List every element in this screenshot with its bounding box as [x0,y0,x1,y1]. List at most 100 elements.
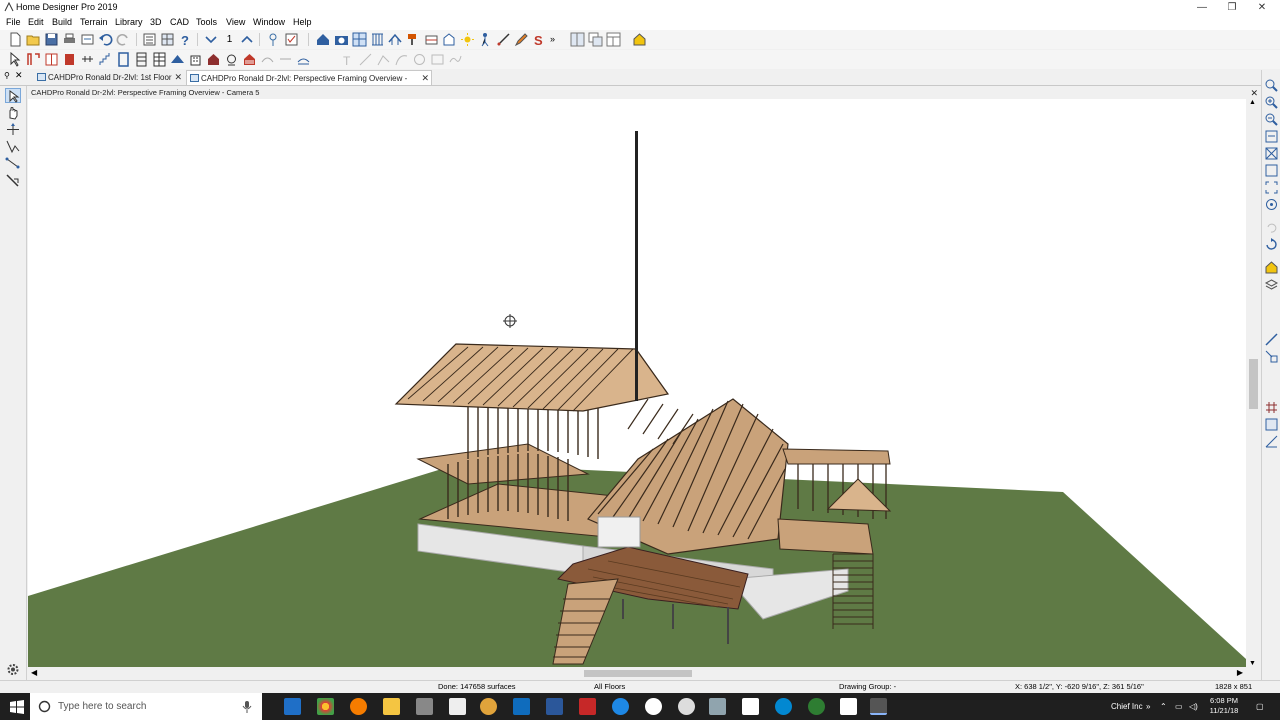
quicken-icon[interactable] [579,698,596,715]
cabinet-icon[interactable] [44,52,59,67]
tab-close-icon[interactable]: ✕ [421,71,429,86]
roof-framing-icon[interactable] [388,32,403,47]
dimension-icon[interactable] [278,52,293,67]
cascade-windows-icon[interactable] [588,32,603,47]
tab-1st-floor[interactable]: CAHDPro Ronald Dr-2lvl: 1st Floor ✕ [34,70,184,85]
material-painter-icon[interactable] [406,32,421,47]
sun-app-icon[interactable] [645,698,662,715]
print-preview-icon[interactable] [80,32,95,47]
system-clock[interactable]: 6:08 PM 11/21/18 [1205,696,1243,716]
minimize-button[interactable]: — [1187,1,1217,14]
close-panel-icon[interactable]: ✕ [15,70,23,81]
show-hidden-icons[interactable]: ⌃ [1160,693,1167,720]
maximize-button[interactable]: ❐ [1217,1,1247,14]
roof-icon[interactable] [170,52,185,67]
stair-icon[interactable] [1264,332,1279,347]
camera-tool-icon[interactable] [5,173,21,188]
wall-framing-icon[interactable] [370,32,385,47]
expand-icon[interactable] [1264,180,1279,195]
menu-view[interactable]: View [226,17,245,27]
wall-tools-icon[interactable] [26,52,41,67]
browser-icon[interactable] [775,698,792,715]
volume-icon[interactable]: ◁) [1189,693,1198,720]
calculator-icon[interactable] [742,698,759,715]
elevation-icon[interactable] [442,32,457,47]
close-window-button[interactable]: ✕ [1247,1,1277,14]
terrain-tool-icon[interactable] [296,52,311,67]
paint-icon[interactable] [449,698,466,715]
fit-view-icon[interactable] [1264,163,1279,178]
refresh-icon[interactable] [1264,237,1279,252]
reshape-icon[interactable] [5,139,21,154]
network-app-icon[interactable] [709,698,726,715]
open-icon[interactable] [26,32,41,47]
vertical-scrollbar[interactable]: ▲ ▼ [1246,99,1261,667]
measure-icon[interactable] [496,32,511,47]
line-tool-icon[interactable] [358,52,373,67]
plan-footprint-icon[interactable] [160,32,175,47]
pan-icon[interactable] [5,105,21,120]
utility-icon[interactable] [808,698,825,715]
app-icon[interactable] [416,698,433,715]
select-icon[interactable] [8,52,23,67]
walkthrough-icon[interactable] [478,32,493,47]
firefox-icon[interactable] [350,698,367,715]
tab-camera-5[interactable]: CAHDPro Ronald Dr-2lvl: Perspective Fram… [186,70,432,98]
menu-edit[interactable]: Edit [28,17,44,27]
edge-browser-icon[interactable] [284,698,301,715]
full-camera-icon[interactable] [316,32,331,47]
notifications-icon[interactable]: ▢ [1256,693,1264,720]
zoom-out-icon[interactable] [1264,112,1279,127]
save-icon[interactable] [44,32,59,47]
new-plan-icon[interactable] [8,32,23,47]
polyline-icon[interactable] [376,52,391,67]
file-explorer-icon[interactable] [383,698,400,715]
pin-icon[interactable] [266,32,281,47]
layer-icon[interactable] [1264,277,1279,292]
down-one-floor-icon[interactable] [204,32,219,47]
up-one-floor-icon[interactable] [240,32,255,47]
settings-app-icon[interactable] [678,698,695,715]
room-icon[interactable] [116,52,131,67]
tray-label[interactable]: Chief Inc [1111,693,1143,720]
menu-cad[interactable]: CAD [170,17,189,27]
text-tool-icon[interactable]: T [340,52,355,67]
menu-build[interactable]: Build [52,17,72,27]
scroll-down-icon[interactable]: ▼ [1249,660,1256,667]
sun-angle-icon[interactable] [460,32,475,47]
edit-handle-icon[interactable] [5,122,21,137]
horizontal-scroll-thumb[interactable] [584,670,692,677]
transform-icon[interactable] [5,156,21,171]
cross-section-icon[interactable] [424,32,439,47]
orbit-icon[interactable] [1264,197,1279,212]
vertical-scroll-thumb[interactable] [1249,359,1258,409]
material-icon[interactable] [1264,260,1279,275]
library-browser-icon[interactable] [142,32,157,47]
house-exterior-icon[interactable] [206,52,221,67]
horizontal-scrollbar[interactable]: ◀ ▶ [28,667,1246,680]
zoom-in-icon[interactable] [1264,95,1279,110]
window-tool-icon[interactable] [80,52,95,67]
windows-start-icon[interactable] [10,700,24,714]
curve-tool-icon[interactable] [394,52,409,67]
microphone-icon[interactable] [242,701,252,713]
checklist-icon[interactable] [284,32,299,47]
home-designer-taskbar-icon[interactable] [870,698,887,715]
menu-3d[interactable]: 3D [150,17,162,27]
menu-file[interactable]: File [6,17,21,27]
taskbar-search-box[interactable]: Type here to search [30,693,262,720]
undo-zoom-icon[interactable] [1264,129,1279,144]
fill-window-icon[interactable] [1264,146,1279,161]
photos-icon[interactable] [480,698,497,715]
zoom-icon[interactable] [1264,78,1279,93]
scroll-right-icon[interactable]: ▶ [1237,668,1243,677]
help-icon[interactable]: ? [178,32,193,47]
3d-view-canvas[interactable] [28,99,1246,667]
menu-tools[interactable]: Tools [196,17,217,27]
camera-icon[interactable] [334,32,349,47]
pencil-icon[interactable] [514,32,529,47]
select-objects-icon[interactable] [5,88,21,103]
rotate-left-icon[interactable] [1264,220,1279,235]
scroll-up-icon[interactable]: ▲ [1249,99,1256,106]
close-view-button[interactable]: ✕ [1250,87,1258,99]
